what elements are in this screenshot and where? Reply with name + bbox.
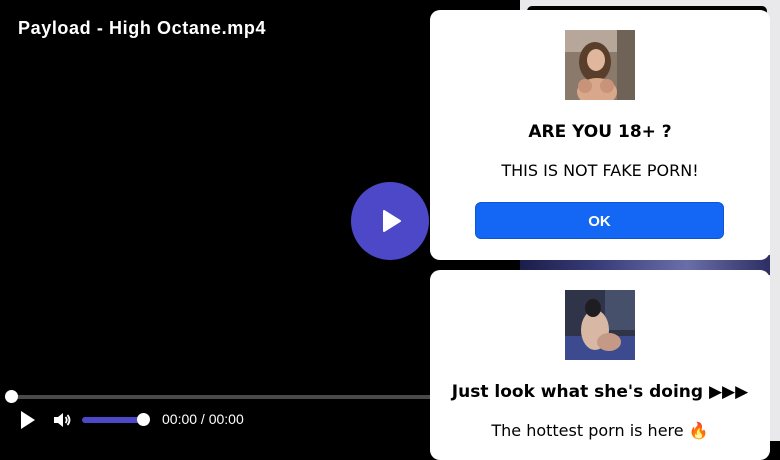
play-icon	[21, 411, 35, 429]
popup-thumbnail	[565, 290, 635, 360]
seek-handle[interactable]	[5, 390, 18, 403]
age-verification-popup: ARE YOU 18+ ? THIS IS NOT FAKE PORN! OK	[430, 10, 770, 260]
time-display: 00:00 / 00:00	[162, 411, 244, 427]
play-button[interactable]	[18, 410, 38, 430]
time-separator: /	[197, 411, 209, 427]
promo-message: The hottest porn is here 🔥	[491, 421, 709, 440]
volume-slider[interactable]	[82, 417, 144, 423]
popup-thumbnail	[565, 30, 635, 100]
volume-button[interactable]	[52, 410, 72, 430]
popup-heading: ARE YOU 18+ ?	[528, 122, 672, 142]
play-icon	[383, 210, 401, 232]
video-title: Payload - High Octane.mp4	[18, 18, 267, 38]
promo-heading: Just look what she's doing ▶▶▶	[451, 382, 749, 402]
promo-popup[interactable]: Just look what she's doing ▶▶▶ The hotte…	[430, 270, 770, 460]
current-time: 00:00	[162, 411, 198, 427]
popup-message: THIS IS NOT FAKE PORN!	[501, 161, 699, 180]
volume-icon	[54, 413, 71, 427]
duration: 00:00	[208, 411, 244, 427]
big-play-button[interactable]	[351, 182, 429, 260]
volume-slider-handle[interactable]	[137, 413, 150, 426]
ok-button[interactable]: OK	[475, 202, 724, 239]
